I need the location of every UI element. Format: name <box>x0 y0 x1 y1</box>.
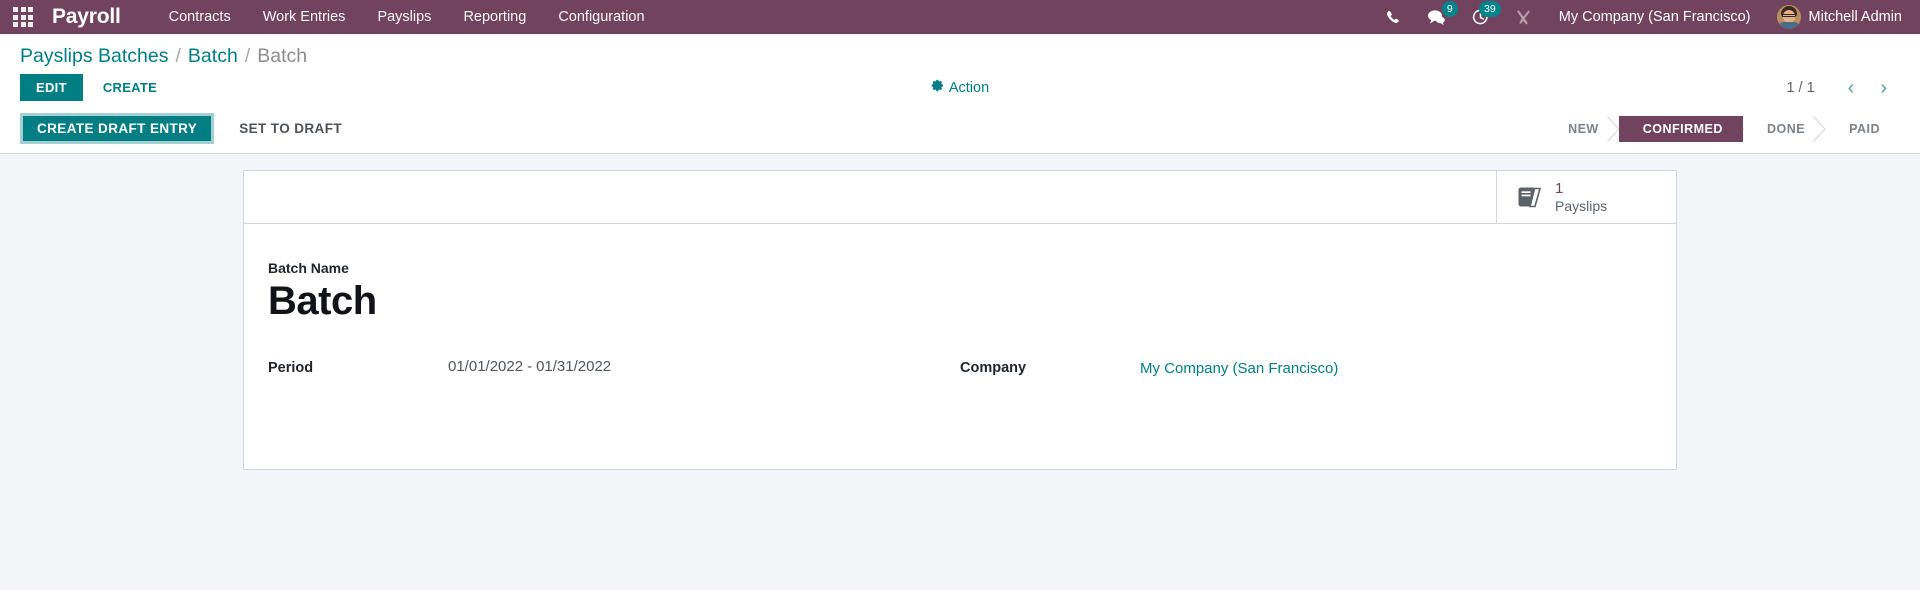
status-stage-confirmed-label: CONFIRMED <box>1642 121 1723 136</box>
breadcrumb-parent[interactable]: Batch <box>188 45 238 68</box>
top-navbar: Payroll Contracts Work Entries Payslips … <box>0 0 1920 34</box>
control-panel: EDIT CREATE Action 1 / 1 ‹ › <box>0 74 1920 113</box>
create-button[interactable]: CREATE <box>89 74 171 101</box>
period-end-value[interactable]: 01/31/2022 <box>536 358 611 375</box>
action-menu[interactable]: Action <box>931 79 989 96</box>
form-sheet-wrapper: 1 Payslips Batch Name Batch Period 01/01… <box>243 170 1677 470</box>
batch-name-label: Batch Name <box>268 260 349 276</box>
status-stage-paid[interactable]: PAID <box>1825 116 1900 142</box>
breadcrumb-separator: / <box>175 45 181 67</box>
period-start-value[interactable]: 01/01/2022 <box>448 358 523 375</box>
apps-grid-icon[interactable] <box>6 0 40 34</box>
status-stage-done[interactable]: DONE <box>1743 115 1826 142</box>
company-field-row: Company My Company (San Francisco) <box>960 358 1652 377</box>
period-label: Period <box>268 360 314 376</box>
gear-icon <box>931 79 944 96</box>
avatar <box>1776 5 1801 29</box>
user-menu[interactable]: Mitchell Admin <box>1765 5 1906 29</box>
smart-button-text: 1 Payslips <box>1555 180 1607 213</box>
breadcrumb: Payslips Batches / Batch / Batch <box>0 34 1920 74</box>
payslips-count: 1 <box>1555 180 1564 198</box>
menu-item-reporting[interactable]: Reporting <box>447 2 542 32</box>
status-stage-new[interactable]: NEW <box>1554 115 1620 142</box>
period-value: 01/01/2022-01/31/2022 <box>448 358 611 375</box>
status-stage-new-label: NEW <box>1568 121 1599 136</box>
book-icon <box>1517 185 1543 209</box>
navbar-right-section: 9 39 My Company (San Francisco) Mitchell… <box>1373 0 1906 34</box>
status-stage-confirmed[interactable]: CONFIRMED <box>1618 115 1744 142</box>
breadcrumb-separator-2: / <box>244 45 251 67</box>
statusbar-row: CREATE DRAFT ENTRY SET TO DRAFT NEW CONF… <box>0 113 1920 154</box>
payslips-label: Payslips <box>1555 197 1608 214</box>
status-stage-paid-label: PAID <box>1849 121 1880 136</box>
wrench-screwdriver-icon[interactable] <box>1502 0 1545 34</box>
action-menu-label: Action <box>948 79 990 96</box>
period-field-row: Period 01/01/2022-01/31/2022 <box>268 358 960 377</box>
smart-button-payslips[interactable]: 1 Payslips <box>1496 171 1676 223</box>
batch-name-value[interactable]: Batch <box>268 278 1652 324</box>
menu-item-payslips[interactable]: Payslips <box>361 2 447 32</box>
breadcrumb-current: Batch <box>257 45 308 67</box>
chat-bubble-icon[interactable]: 9 <box>1414 0 1459 34</box>
main-menu: Contracts Work Entries Payslips Reportin… <box>153 2 661 32</box>
pager: 1 / 1 ‹ › <box>1786 76 1900 100</box>
smart-button-box: 1 Payslips <box>243 170 1677 224</box>
status-stage-done-label: DONE <box>1766 121 1806 136</box>
menu-item-work-entries[interactable]: Work Entries <box>247 2 362 32</box>
app-brand-payroll[interactable]: Payroll <box>52 5 121 29</box>
clock-activity-icon[interactable]: 39 <box>1459 0 1502 34</box>
form-fields-grid: Period 01/01/2022-01/31/2022 Company My … <box>268 358 1652 377</box>
edit-button[interactable]: EDIT <box>20 74 83 101</box>
company-label: Company <box>960 360 1027 376</box>
status-pipeline: NEW CONFIRMED DONE PAID <box>1554 115 1900 142</box>
form-content-area: 1 Payslips Batch Name Batch Period 01/01… <box>0 154 1920 582</box>
messages-badge: 9 <box>1441 1 1458 17</box>
phone-icon[interactable] <box>1373 0 1414 34</box>
create-draft-entry-button[interactable]: CREATE DRAFT ENTRY <box>20 113 215 144</box>
chevron-left-icon[interactable]: ‹ <box>1835 76 1868 100</box>
breadcrumb-root[interactable]: Payslips Batches <box>20 45 169 68</box>
activities-badge: 39 <box>1479 1 1501 17</box>
form-sheet: Batch Name Batch Period 01/01/2022-01/31… <box>243 224 1677 470</box>
menu-item-contracts[interactable]: Contracts <box>153 2 247 32</box>
username-label: Mitchell Admin <box>1808 9 1902 25</box>
chevron-right-icon[interactable]: › <box>1867 76 1900 100</box>
set-to-draft-button[interactable]: SET TO DRAFT <box>225 113 356 144</box>
period-separator: - <box>527 358 533 375</box>
pager-value: 1 / 1 <box>1786 79 1815 96</box>
company-switcher[interactable]: My Company (San Francisco) <box>1545 2 1765 32</box>
company-value[interactable]: My Company (San Francisco) <box>1140 358 1338 377</box>
menu-item-configuration[interactable]: Configuration <box>542 2 660 32</box>
